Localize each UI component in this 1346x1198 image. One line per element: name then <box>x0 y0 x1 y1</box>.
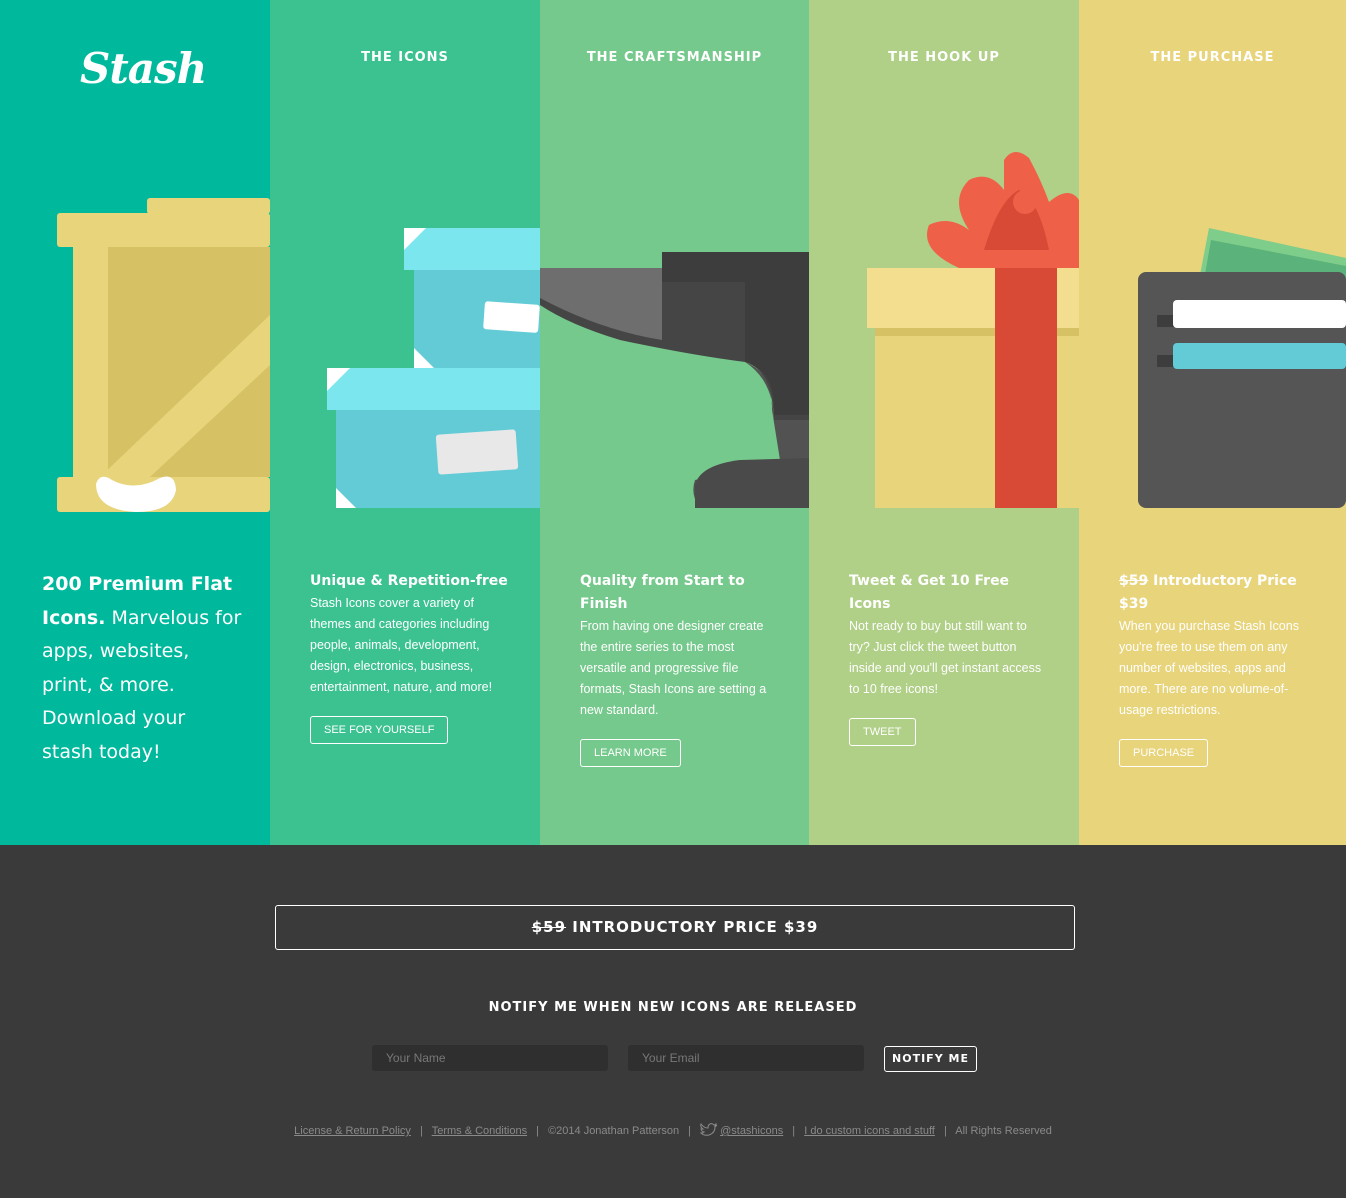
see-for-yourself-button[interactable]: SEE FOR YOURSELF <box>310 716 449 744</box>
price-bar-button[interactable]: $59 INTRODUCTORY PRICE $39 <box>275 905 1075 950</box>
column-title[interactable]: THE PURCHASE <box>1079 50 1346 65</box>
crate-icon <box>57 198 270 512</box>
icons-column: THE ICONS Unique & Repetition-free Stash… <box>270 0 540 845</box>
twitter-bird-icon <box>700 1123 718 1136</box>
old-price: $59 <box>531 918 567 936</box>
boxes-icon <box>327 228 540 508</box>
feature-craftsmanship: Quality from Start to Finish From having… <box>580 570 780 767</box>
feature-heading: Quality from Start to Finish <box>580 573 745 612</box>
intro-column: Stash 200 Premium Flat Icons. Marvelous … <box>0 0 270 845</box>
twitter-link[interactable]: @stashicons <box>720 1125 783 1137</box>
feature-body: Stash Icons cover a variety of themes an… <box>310 596 493 694</box>
intro-text: 200 Premium Flat Icons. Marvelous for ap… <box>42 568 242 769</box>
feature-body: From having one designer create the enti… <box>580 619 767 717</box>
learn-more-button[interactable]: LEARN MORE <box>580 739 681 767</box>
wallet-icon <box>1138 228 1346 508</box>
stash-logo[interactable]: Stash <box>80 44 207 93</box>
feature-icons: Unique & Repetition-free Stash Icons cov… <box>310 570 510 744</box>
intro-rest: Marvelous for apps, websites, print, & m… <box>42 606 242 763</box>
purchase-button[interactable]: PURCHASE <box>1119 739 1209 767</box>
copyright: ©2014 Jonathan Patterson <box>548 1125 680 1137</box>
hookup-column: THE HOOK UP Tweet & Get 10 Free Icons No… <box>809 0 1079 845</box>
column-title[interactable]: THE HOOK UP <box>809 50 1079 65</box>
email-input[interactable]: Your Email <box>628 1045 864 1071</box>
new-price: INTRODUCTORY PRICE $39 <box>566 918 819 936</box>
craftsmanship-column: THE CRAFTSMANSHIP Quality from Start to … <box>540 0 809 845</box>
old-price: $59 <box>1119 573 1149 589</box>
separator: | <box>536 1125 539 1137</box>
column-title[interactable]: THE ICONS <box>270 50 540 65</box>
feature-heading: $59 Introductory Price $39 <box>1119 570 1319 616</box>
license-link[interactable]: License & Return Policy <box>294 1125 411 1137</box>
name-input[interactable]: Your Name <box>372 1045 608 1071</box>
feature-purchase: $59 Introductory Price $39 When you purc… <box>1119 570 1319 767</box>
notify-title: NOTIFY ME WHEN NEW ICONS ARE RELEASED <box>488 1000 858 1015</box>
separator: | <box>419 1125 423 1137</box>
feature-columns: Stash 200 Premium Flat Icons. Marvelous … <box>0 0 1346 845</box>
feature-heading: Tweet & Get 10 Free Icons <box>849 573 1010 612</box>
tweet-button[interactable]: TWEET <box>849 718 916 746</box>
footer: License & Return Policy | Terms & Condit… <box>0 1123 1346 1137</box>
feature-body: Not ready to buy but still want to try? … <box>849 619 1042 696</box>
separator: | <box>688 1125 692 1137</box>
feature-hookup: Tweet & Get 10 Free Icons Not ready to b… <box>849 570 1049 746</box>
column-title[interactable]: THE CRAFTSMANSHIP <box>540 50 809 65</box>
notify-me-button[interactable]: NOTIFY ME <box>884 1046 977 1072</box>
separator: | <box>943 1125 947 1137</box>
purchase-column: THE PURCHASE $59 Introductory Price $39 … <box>1079 0 1346 845</box>
custom-icons-link[interactable]: I do custom icons and stuff <box>804 1125 935 1137</box>
separator: | <box>792 1125 796 1137</box>
gift-icon <box>867 151 1079 508</box>
rights: All Rights Reserved <box>955 1125 1052 1137</box>
anvil-icon <box>540 252 809 508</box>
feature-body: When you purchase Stash Icons you're fre… <box>1119 619 1299 717</box>
terms-link[interactable]: Terms & Conditions <box>432 1125 527 1137</box>
feature-heading: Unique & Repetition-free <box>310 573 508 589</box>
bottom-section: $59 INTRODUCTORY PRICE $39 NOTIFY ME WHE… <box>0 845 1346 1198</box>
